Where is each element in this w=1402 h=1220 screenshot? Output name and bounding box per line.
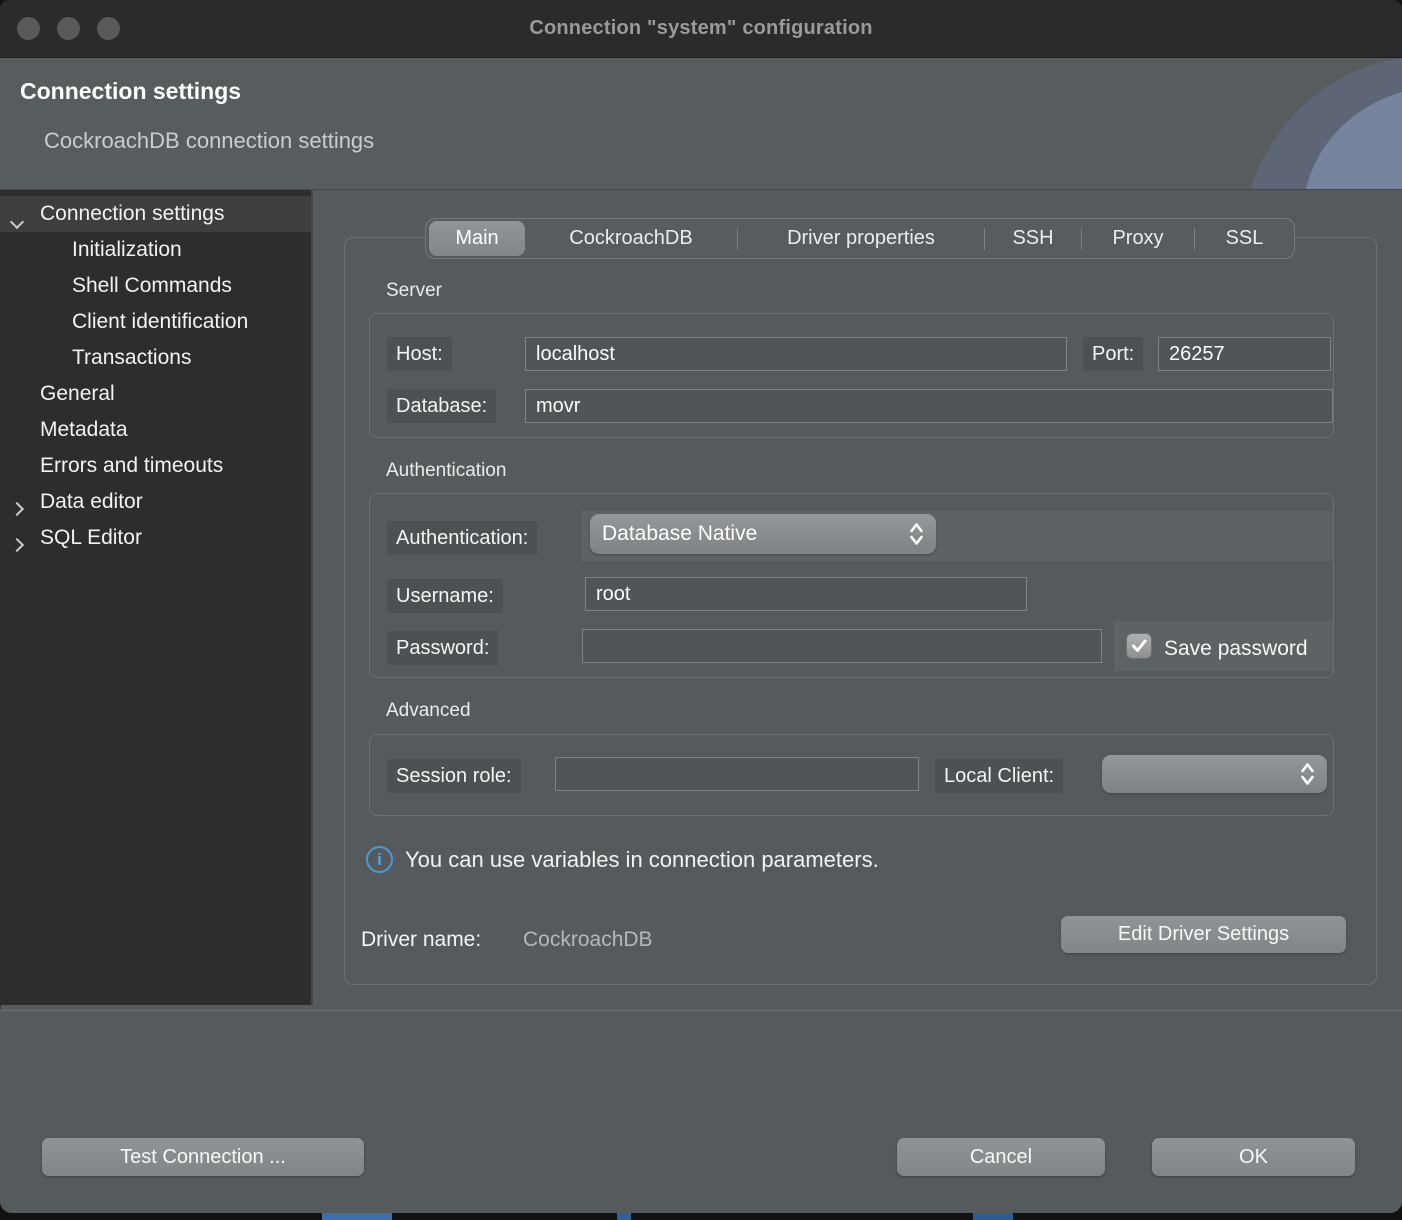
username-input[interactable]: [585, 577, 1027, 611]
tab-label: Main: [455, 227, 498, 250]
test-connection-button[interactable]: Test Connection ...: [42, 1138, 364, 1176]
tab-driver-properties[interactable]: Driver properties: [738, 219, 984, 258]
driver-name-value: CockroachDB: [523, 928, 653, 952]
password-input[interactable]: [582, 629, 1102, 663]
authentication-group-label: Authentication: [386, 460, 506, 482]
connection-tab-bar: Main CockroachDB Driver properties SSH P…: [425, 218, 1295, 259]
password-label: Password:: [387, 631, 498, 665]
minimize-window-button[interactable]: [57, 17, 80, 40]
port-input[interactable]: [1158, 337, 1331, 371]
ok-button[interactable]: OK: [1152, 1138, 1355, 1176]
session-role-label: Session role:: [387, 759, 521, 793]
tab-label: SSL: [1226, 227, 1264, 250]
chevron-down-icon[interactable]: [12, 209, 22, 233]
title-bar: Connection "system" configuration: [0, 0, 1402, 58]
sidebar-item-shell-commands[interactable]: Shell Commands: [0, 268, 311, 304]
background-sliver: [617, 1213, 631, 1220]
database-label: Database:: [387, 389, 496, 423]
close-window-button[interactable]: [17, 17, 40, 40]
local-client-select[interactable]: [1102, 755, 1327, 793]
sidebar-item-label: General: [40, 382, 115, 406]
checkmark-icon: [1130, 638, 1148, 654]
header-title: Connection settings: [20, 78, 241, 105]
sidebar-item-initialization[interactable]: Initialization: [0, 232, 311, 268]
updown-chevron-icon: [1300, 761, 1315, 787]
sidebar-item-connection-settings[interactable]: Connection settings: [0, 196, 311, 232]
sidebar-item-label: Data editor: [40, 490, 143, 514]
tab-label: SSH: [1012, 227, 1053, 250]
sidebar-item-label: Errors and timeouts: [40, 454, 223, 478]
dialog-footer: Test Connection ... Cancel OK: [0, 1011, 1402, 1213]
main-tab-panel: Server Host: Port: Database: Authenticat…: [344, 237, 1377, 985]
sidebar-item-label: Transactions: [72, 346, 191, 370]
background-sliver: [973, 1213, 1013, 1220]
database-input[interactable]: [525, 389, 1333, 423]
tab-label: Proxy: [1112, 227, 1163, 250]
sidebar-item-errors-and-timeouts[interactable]: Errors and timeouts: [0, 448, 311, 484]
host-label: Host:: [387, 337, 452, 371]
dialog-header: Connection settings CockroachDB connecti…: [0, 58, 1402, 190]
updown-chevron-icon: [909, 521, 924, 547]
sidebar-item-label: SQL Editor: [40, 526, 142, 550]
settings-tree-sidebar: Connection settings Initialization Shell…: [0, 190, 313, 1005]
advanced-group-label: Advanced: [386, 700, 471, 722]
header-swoosh-decoration: [1222, 58, 1402, 189]
edit-driver-settings-button[interactable]: Edit Driver Settings: [1061, 916, 1346, 953]
sidebar-item-sql-editor[interactable]: SQL Editor: [0, 520, 311, 556]
tab-main[interactable]: Main: [429, 221, 525, 256]
zoom-window-button[interactable]: [97, 17, 120, 40]
save-password-label: Save password: [1164, 637, 1333, 661]
sidebar-item-general[interactable]: General: [0, 376, 311, 412]
traffic-lights: [17, 0, 120, 57]
header-subtitle: CockroachDB connection settings: [44, 128, 374, 154]
tab-label: CockroachDB: [569, 227, 692, 250]
tab-cockroachdb[interactable]: CockroachDB: [525, 219, 737, 258]
username-label: Username:: [387, 579, 503, 613]
sidebar-item-data-editor[interactable]: Data editor: [0, 484, 311, 520]
authentication-select[interactable]: Database Native: [590, 514, 936, 554]
window-title: Connection "system" configuration: [529, 17, 872, 40]
authentication-selected-value: Database Native: [602, 522, 757, 546]
variables-info-text: You can use variables in connection para…: [405, 847, 879, 873]
session-role-input[interactable]: [555, 757, 919, 791]
sidebar-item-label: Connection settings: [40, 202, 224, 226]
host-input[interactable]: [525, 337, 1067, 371]
sidebar-item-label: Metadata: [40, 418, 128, 442]
advanced-group: Session role: Local Client:: [369, 734, 1334, 816]
driver-name-label: Driver name:: [361, 928, 481, 952]
sidebar-item-label: Shell Commands: [72, 274, 232, 298]
server-group-label: Server: [386, 280, 442, 302]
server-group: Host: Port: Database:: [369, 313, 1334, 438]
sidebar-item-metadata[interactable]: Metadata: [0, 412, 311, 448]
info-icon: i: [366, 846, 393, 873]
save-password-checkbox[interactable]: [1126, 633, 1152, 659]
sidebar-item-label: Client identification: [72, 310, 248, 334]
settings-content-area: Main CockroachDB Driver properties SSH P…: [313, 190, 1402, 1010]
chevron-right-icon[interactable]: [12, 496, 22, 520]
local-client-label: Local Client:: [935, 759, 1063, 793]
authentication-group: Authentication: Database Native Username…: [369, 493, 1334, 678]
connection-config-dialog: Connection "system" configuration Connec…: [0, 0, 1402, 1213]
background-sliver: [322, 1213, 392, 1220]
tab-proxy[interactable]: Proxy: [1082, 219, 1194, 258]
sidebar-item-label: Initialization: [72, 238, 182, 262]
chevron-right-icon[interactable]: [12, 532, 22, 556]
sidebar-item-transactions[interactable]: Transactions: [0, 340, 311, 376]
port-label: Port:: [1083, 337, 1143, 371]
authentication-label: Authentication:: [387, 521, 537, 555]
sidebar-item-client-identification[interactable]: Client identification: [0, 304, 311, 340]
tab-label: Driver properties: [787, 227, 935, 250]
cancel-button[interactable]: Cancel: [897, 1138, 1105, 1176]
tab-ssl[interactable]: SSL: [1195, 219, 1294, 258]
tab-ssh[interactable]: SSH: [985, 219, 1081, 258]
